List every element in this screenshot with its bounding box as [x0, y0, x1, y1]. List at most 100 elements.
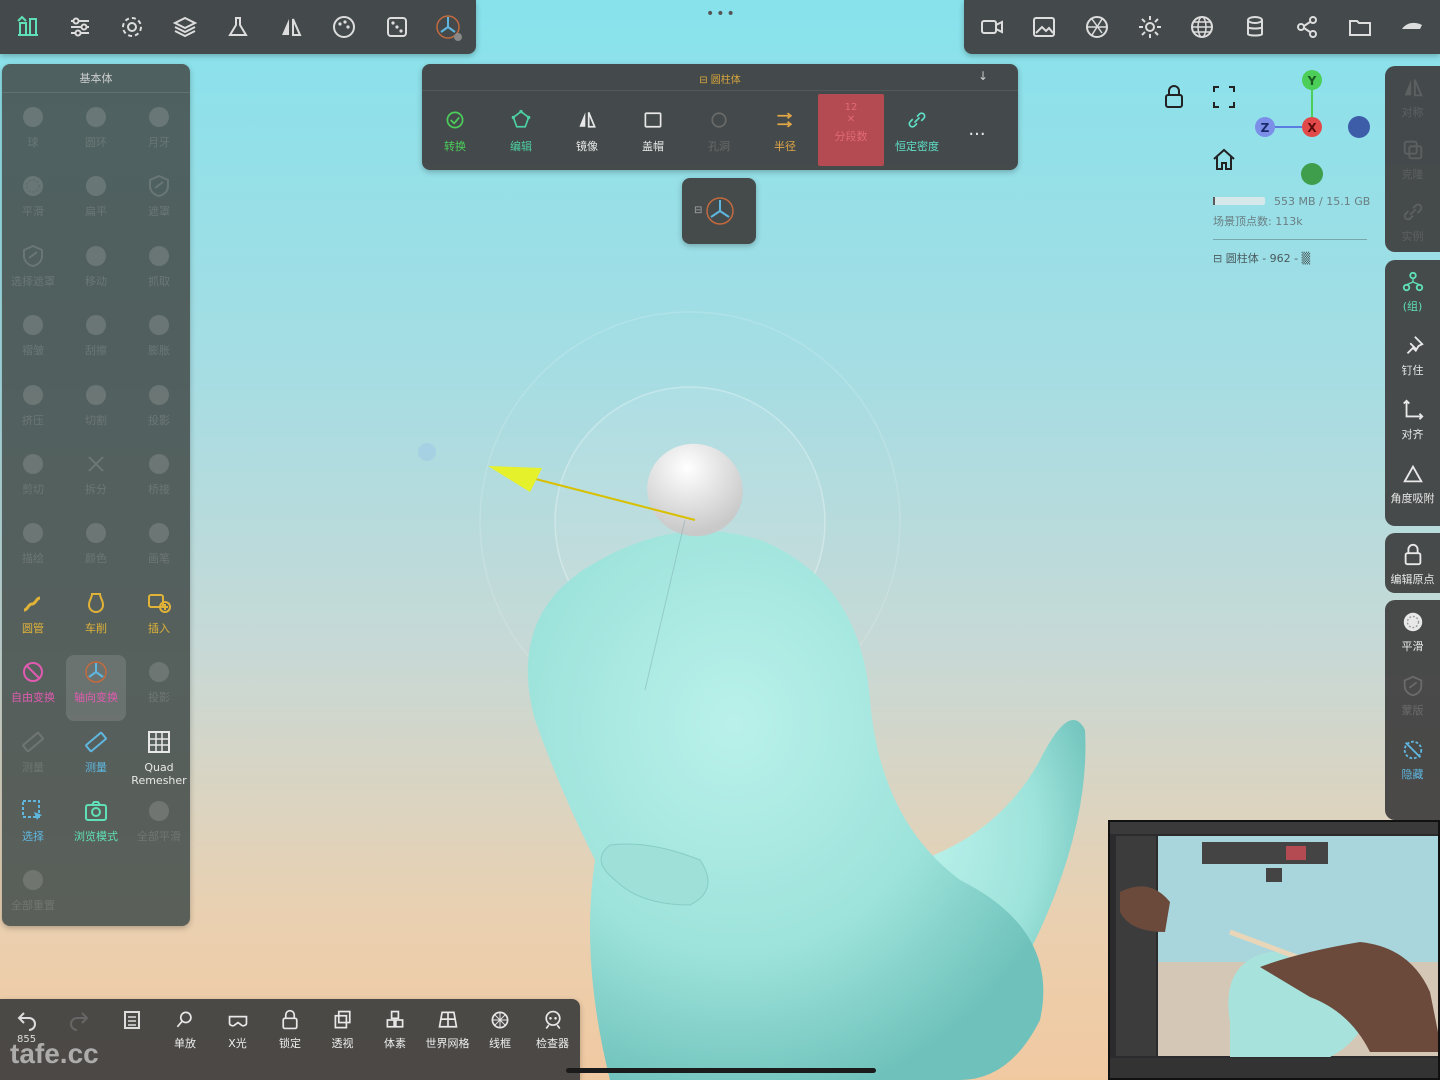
bottom-lock[interactable]: 锁定 [265, 1009, 315, 1051]
dice-icon[interactable] [383, 13, 411, 41]
axis-gizmo[interactable]: Y Z X [1246, 64, 1376, 194]
left-tool-ruler[interactable]: 测量 [3, 725, 63, 791]
left-tool-smooth-all[interactable]: 全部平滑 [129, 794, 189, 860]
right-tool-link[interactable]: 实例 [1385, 200, 1440, 244]
sphere-grid-icon[interactable] [1188, 13, 1216, 41]
pip-video[interactable] [1108, 820, 1440, 1080]
sun-icon[interactable] [1136, 13, 1164, 41]
history-icon[interactable] [121, 1009, 143, 1031]
tool-radius[interactable]: 半径 [752, 94, 818, 166]
left-tool-bridge[interactable]: 桥接 [129, 447, 189, 513]
lock-icon[interactable] [1161, 84, 1187, 110]
home-indicator[interactable] [566, 1068, 876, 1073]
left-tool-project[interactable]: 投影 [129, 378, 189, 444]
left-tool-label: 抓取 [148, 274, 170, 288]
bottom-xray[interactable]: X光 [213, 1009, 263, 1051]
left-tool-shield[interactable]: 选择遮罩 [3, 239, 63, 305]
right-tool-hide[interactable]: 隐藏 [1385, 738, 1440, 782]
bottom-voxel[interactable]: 体素 [370, 1009, 420, 1051]
left-tool-cut[interactable]: 切割 [66, 378, 126, 444]
left-tool-crescent[interactable]: 月牙 [129, 100, 189, 166]
selected-object-label[interactable]: ⊟ 圆柱体 - 962 - ▒ [1213, 250, 1310, 266]
left-tool-grid[interactable]: Quad Remesher [129, 725, 189, 791]
image-icon[interactable] [1030, 13, 1058, 41]
redo-icon[interactable] [68, 1009, 90, 1031]
left-tool-color[interactable]: 颜色 [66, 516, 126, 582]
mirror-icon [579, 112, 596, 128]
settings-sliders-icon[interactable] [66, 13, 94, 41]
bottom-wireframe[interactable]: 线框 [475, 1009, 525, 1051]
shield-icon-wrap [146, 173, 172, 199]
right-tool-pin[interactable]: 钉住 [1385, 334, 1440, 378]
bottom-inspector[interactable]: 检查器 [528, 1009, 578, 1051]
palette-icon[interactable] [330, 13, 358, 41]
flask-icon[interactable] [224, 13, 252, 41]
left-tool-axis-transform[interactable]: 轴向变换 [66, 655, 126, 722]
left-tool-inflate[interactable]: 膨胀 [129, 308, 189, 374]
collapse-arrow-icon[interactable]: ↓ [978, 69, 988, 83]
tool-check[interactable]: 转换 [422, 94, 488, 166]
right-tool-clone[interactable]: 克隆 [1385, 138, 1440, 182]
split-icon-wrap: 12 ✕ [840, 102, 862, 126]
layers-icon[interactable] [171, 13, 199, 41]
left-tool-flatten[interactable]: 扁平 [66, 169, 126, 235]
shield-icon [1403, 675, 1422, 697]
tool-cap[interactable]: 盖帽 [620, 94, 686, 166]
left-tool-paint[interactable]: 描绘 [3, 516, 63, 582]
left-tool-crease[interactable]: 褶皱 [3, 308, 63, 374]
gizmo-icon[interactable] [434, 13, 462, 41]
right-tool-align[interactable]: 对齐 [1385, 398, 1440, 442]
more-button[interactable]: ... [952, 114, 1002, 144]
database-icon[interactable] [1241, 13, 1269, 41]
left-tool-hand[interactable]: 抓取 [129, 239, 189, 305]
tool-link[interactable]: 恒定密度 [884, 94, 950, 166]
home-icon[interactable] [1211, 147, 1237, 173]
tool-mirror[interactable]: 镜像 [554, 94, 620, 166]
hand-icon[interactable] [1398, 13, 1426, 41]
right-tool-smooth[interactable]: 平滑 [1385, 610, 1440, 654]
left-tool-smooth[interactable]: 平滑 [3, 169, 63, 235]
right-tool-group[interactable]: (组) [1385, 270, 1440, 314]
gizmo-toggle-button[interactable]: ⊟ [682, 178, 756, 244]
right-tool-mirror[interactable]: 对称 [1385, 76, 1440, 120]
bottom-perspective[interactable]: 透视 [318, 1009, 368, 1051]
left-tool-insert[interactable]: 插入 [129, 586, 189, 652]
drag-handle[interactable]: ••• [706, 6, 737, 22]
radius-icon [777, 112, 793, 128]
left-tool-shield[interactable]: 遮罩 [129, 169, 189, 235]
left-tool-split[interactable]: 拆分 [66, 447, 126, 513]
tool-split[interactable]: 12 ✕ 分段数 [818, 94, 884, 166]
bottom-world-grid[interactable]: 世界网格 [423, 1009, 473, 1051]
gear-icon[interactable] [118, 13, 146, 41]
share-icon[interactable] [1293, 13, 1321, 41]
left-tool-reset[interactable]: 全部重置 [3, 863, 63, 929]
right-tool-shield[interactable]: 蒙版 [1385, 674, 1440, 718]
left-tool-tube[interactable]: 圆管 [3, 586, 63, 652]
left-tool-move[interactable]: 移动 [66, 239, 126, 305]
left-tool-brush[interactable]: 画笔 [129, 516, 189, 582]
scene-icon[interactable] [14, 13, 42, 41]
left-tool-trim[interactable]: 剪切 [3, 447, 63, 513]
right-tool-angle[interactable]: 角度吸附 [1385, 462, 1440, 506]
mirror-icon[interactable] [277, 13, 305, 41]
left-tool-torus[interactable]: 圆环 [66, 100, 126, 166]
left-tool-camera[interactable]: 浏览模式 [66, 794, 126, 860]
pin-icon-wrap [1401, 334, 1425, 358]
left-tool-sphere[interactable]: 球 [3, 100, 63, 166]
left-tool-lathe[interactable]: 车削 [66, 586, 126, 652]
tool-edit[interactable]: 编辑 [488, 94, 554, 166]
left-tool-ruler[interactable]: 测量 [66, 725, 126, 791]
left-tool-projection[interactable]: 投影 [129, 655, 189, 721]
undo-icon[interactable] [16, 1009, 38, 1031]
left-tool-select[interactable]: 选择 [3, 794, 63, 860]
left-tool-free-transform[interactable]: 自由变换 [3, 655, 63, 721]
folder-icon[interactable] [1346, 13, 1374, 41]
tool-hole[interactable]: 孔洞 [686, 94, 752, 166]
right-tool-lock[interactable]: 编辑原点 [1385, 543, 1440, 587]
aperture-icon[interactable] [1083, 13, 1111, 41]
bottom-zoom[interactable]: 单放 [160, 1009, 210, 1051]
camera-icon[interactable] [978, 13, 1006, 41]
left-tool-scrape[interactable]: 刮擦 [66, 308, 126, 374]
left-tool-pinch[interactable]: 挤压 [3, 378, 63, 444]
fullscreen-icon[interactable] [1211, 84, 1237, 110]
